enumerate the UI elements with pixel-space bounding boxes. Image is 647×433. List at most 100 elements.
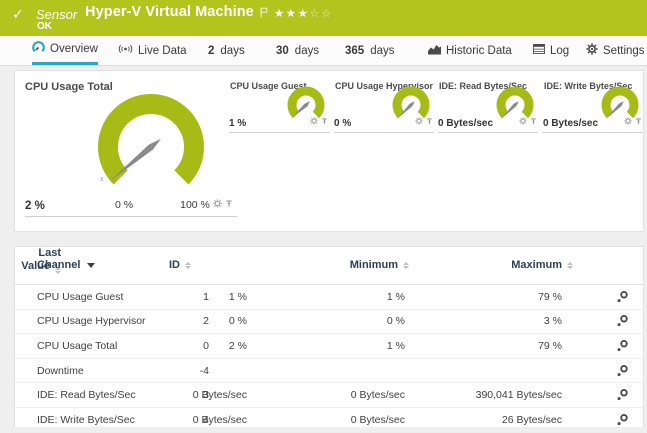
channel-maximum: 26 Bytes/sec bbox=[501, 413, 562, 426]
channel-last-value: 1 % bbox=[228, 290, 247, 303]
channel-id: -4 bbox=[199, 364, 209, 377]
log-icon bbox=[533, 44, 545, 57]
table-row[interactable]: Downtime -4 bbox=[15, 359, 643, 384]
gauge-pin-icon[interactable] bbox=[225, 195, 233, 213]
channel-maximum: 390,041 Bytes/sec bbox=[475, 389, 562, 402]
gauge-settings-gear-icon[interactable] bbox=[213, 195, 222, 213]
tab-label-number: 30 bbox=[276, 44, 289, 57]
tab-overview[interactable]: Overview bbox=[32, 36, 98, 65]
channel-table-panel: Channel ID Last Value Minimum Maximum CP… bbox=[14, 246, 644, 433]
channel-last-value: 0 % bbox=[228, 315, 247, 328]
channel-settings-icon[interactable] bbox=[616, 290, 629, 303]
page-title: Hyper-V Virtual Machine bbox=[85, 4, 254, 20]
column-header-channel[interactable]: Channel bbox=[37, 259, 96, 271]
column-label: Minimum bbox=[349, 259, 398, 271]
channel-minimum: 0 Bytes/sec bbox=[350, 389, 405, 402]
channel-minimum: 0 % bbox=[386, 315, 405, 328]
svg-text:x: x bbox=[100, 176, 104, 183]
gauge-tile-cpu-usage-guest: CPU Usage Guest 1 % bbox=[229, 77, 329, 133]
column-header-minimum[interactable]: Minimum bbox=[350, 259, 409, 271]
channel-last-value: 2 % bbox=[228, 339, 247, 352]
channel-settings-icon[interactable] bbox=[616, 339, 629, 352]
status-ok-check-icon: ✓ bbox=[12, 6, 24, 22]
channel-name[interactable]: CPU Usage Hypervisor bbox=[37, 315, 146, 327]
gauge-settings-gear-icon[interactable] bbox=[519, 112, 527, 130]
sort-desc-caret-icon bbox=[87, 262, 96, 268]
rating-stars[interactable]: ★★★☆☆ bbox=[274, 6, 333, 20]
gauge-pin-icon[interactable] bbox=[530, 112, 537, 130]
gauge-min-label: 0 % bbox=[114, 199, 134, 211]
area-chart-icon bbox=[428, 44, 441, 58]
tab-label: Settings bbox=[603, 44, 645, 57]
tab-label: Historic Data bbox=[446, 44, 512, 57]
tab-label: Log bbox=[550, 44, 570, 57]
channel-name[interactable]: CPU Usage Guest bbox=[37, 291, 123, 303]
channel-settings-icon[interactable] bbox=[616, 315, 629, 328]
tab-label: days bbox=[370, 44, 395, 57]
gauge-settings-gear-icon[interactable] bbox=[415, 112, 423, 130]
broadcast-icon bbox=[118, 43, 133, 58]
column-label: ID bbox=[169, 259, 180, 271]
sort-toggle-icon bbox=[567, 261, 573, 269]
table-row[interactable]: IDE: Read Bytes/Sec 3 0 Bytes/sec 0 Byte… bbox=[15, 383, 643, 408]
gauge-tile-ide-write: IDE: Write Bytes/Sec 0 Bytes/sec bbox=[543, 77, 643, 133]
sort-toggle-icon bbox=[185, 261, 191, 269]
channel-maximum: 3 % bbox=[543, 315, 562, 328]
gauge-current-value: 0 % bbox=[334, 118, 352, 129]
channel-name[interactable]: Downtime bbox=[37, 365, 84, 377]
tab-label: days bbox=[294, 44, 320, 57]
channel-id: 2 bbox=[203, 315, 209, 328]
gauge-pin-icon[interactable] bbox=[635, 112, 642, 130]
tab-label-number: 365 bbox=[345, 44, 365, 57]
table-row[interactable]: CPU Usage Total 0 2 % 1 % 79 % bbox=[15, 334, 643, 359]
gauge-current-value: 0 Bytes/sec bbox=[543, 118, 599, 129]
channel-settings-icon[interactable] bbox=[616, 389, 629, 402]
tab-label: Overview bbox=[50, 43, 98, 55]
table-header-row: Channel ID Last Value Minimum Maximum bbox=[15, 247, 643, 285]
channel-name[interactable]: IDE: Read Bytes/Sec bbox=[37, 389, 136, 401]
table-body: CPU Usage Guest 1 1 % 1 % 79 % CPU Usage… bbox=[15, 285, 643, 433]
tab-2-days[interactable]: 2 days bbox=[208, 36, 245, 65]
gauge-icon bbox=[32, 41, 45, 57]
table-row[interactable]: IDE: Write Bytes/Sec 4 0 Bytes/sec 0 Byt… bbox=[15, 408, 643, 433]
channel-last-value: 0 Bytes/sec bbox=[192, 389, 247, 402]
channel-id: 0 bbox=[203, 339, 209, 352]
tab-365-days[interactable]: 365 days bbox=[345, 36, 394, 65]
status-badge: OK bbox=[37, 21, 52, 32]
channel-settings-icon[interactable] bbox=[616, 364, 629, 377]
column-header-maximum[interactable]: Maximum bbox=[511, 259, 573, 271]
flag-icon[interactable] bbox=[260, 5, 268, 23]
channel-last-value: 0 Bytes/sec bbox=[192, 413, 247, 426]
channel-minimum: 0 Bytes/sec bbox=[350, 413, 405, 426]
gauge-pin-icon[interactable] bbox=[426, 112, 433, 130]
channel-name[interactable]: CPU Usage Total bbox=[37, 340, 117, 352]
tab-30-days[interactable]: 30 days bbox=[276, 36, 319, 65]
gauge-settings-gear-icon[interactable] bbox=[310, 112, 318, 130]
gauge-tile-cpu-usage-total: CPU Usage Total x 0 % 100 % 2 % bbox=[25, 77, 237, 217]
table-row[interactable]: CPU Usage Guest 1 1 % 1 % 79 % bbox=[15, 285, 643, 310]
cpu-usage-total-gauge: x bbox=[91, 89, 211, 209]
tab-live-data[interactable]: Live Data bbox=[118, 36, 187, 65]
column-header-id[interactable]: ID bbox=[169, 259, 191, 271]
table-row[interactable]: CPU Usage Hypervisor 2 0 % 0 % 3 % bbox=[15, 310, 643, 335]
tab-label: Live Data bbox=[138, 44, 187, 57]
channel-settings-icon[interactable] bbox=[616, 413, 629, 426]
channel-minimum: 1 % bbox=[386, 290, 405, 303]
gauge-pin-icon[interactable] bbox=[321, 112, 328, 130]
gauge-tile-cpu-usage-hypervisor: CPU Usage Hypervisor 0 % bbox=[334, 77, 434, 133]
channel-maximum: 79 % bbox=[538, 290, 562, 303]
channel-name[interactable]: IDE: Write Bytes/Sec bbox=[37, 414, 135, 426]
gauge-settings-gear-icon[interactable] bbox=[624, 112, 632, 130]
sort-toggle-icon bbox=[403, 261, 409, 269]
channel-maximum: 79 % bbox=[538, 339, 562, 352]
tab-historic-data[interactable]: Historic Data bbox=[428, 36, 512, 65]
gauge-current-value: 1 % bbox=[229, 118, 247, 129]
gauge-current-value: 2 % bbox=[25, 200, 45, 212]
gauges-panel: CPU Usage Total x 0 % 100 % 2 % CPU Usag… bbox=[14, 70, 644, 232]
tab-settings[interactable]: Settings bbox=[586, 36, 645, 65]
tab-bar: Overview Live Data 2 days 30 days 365 da… bbox=[0, 36, 647, 66]
gauge-max-label: 100 % bbox=[180, 199, 210, 211]
tab-log[interactable]: Log bbox=[533, 36, 569, 65]
channel-minimum: 1 % bbox=[386, 339, 405, 352]
gear-icon bbox=[586, 43, 598, 58]
